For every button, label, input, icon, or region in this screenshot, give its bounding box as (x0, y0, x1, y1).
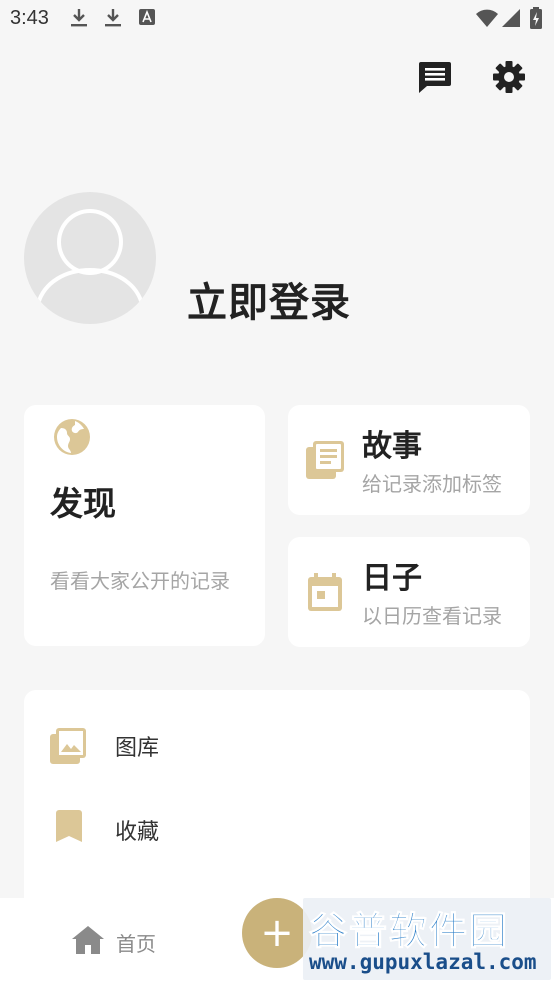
days-card[interactable]: 日子 以日历查看记录 (288, 537, 530, 647)
watermark-title: 谷普软件园 (308, 909, 510, 954)
nav-home-label: 首页 (116, 931, 156, 956)
plus-icon: + (260, 910, 294, 956)
days-desc: 以日历查看记录 (362, 604, 502, 628)
story-icon (306, 441, 344, 483)
settings-button[interactable] (490, 60, 528, 98)
font-icon (139, 9, 155, 25)
download-icon (104, 8, 122, 28)
chat-icon (417, 60, 453, 98)
globe-icon (53, 418, 91, 460)
person-icon (36, 209, 144, 305)
story-desc: 给记录添加标签 (362, 472, 502, 496)
discover-title: 发现 (50, 484, 116, 523)
story-title: 故事 (362, 429, 422, 464)
watermark-url: www.gupuxlazal.com (309, 950, 537, 974)
days-title: 日子 (362, 561, 422, 596)
login-button[interactable]: 立即登录 (187, 270, 351, 328)
story-card[interactable]: 故事 给记录添加标签 (288, 405, 530, 515)
status-time: 3:43 (10, 7, 49, 29)
discover-desc: 看看大家公开的记录 (50, 569, 230, 593)
wifi-icon (476, 9, 498, 27)
calendar-icon (306, 573, 344, 615)
top-actions (416, 60, 528, 98)
signal-icon (502, 9, 520, 27)
add-button[interactable]: + (242, 898, 312, 968)
discover-card[interactable]: 发现 看看大家公开的记录 (24, 405, 265, 646)
menu-item-label: 收藏 (115, 820, 160, 845)
home-icon (72, 926, 104, 958)
gear-icon (492, 60, 526, 98)
battery-icon (530, 7, 542, 29)
menu-item-gallery[interactable]: 图库 (24, 710, 530, 782)
download-icon (70, 8, 88, 28)
nav-home[interactable]: 首页 (72, 926, 156, 958)
bookmark-icon (56, 810, 82, 846)
gallery-icon (50, 728, 86, 768)
avatar[interactable] (24, 192, 156, 324)
menu-item-favorites[interactable]: 收藏 (24, 794, 530, 866)
menu-item-label: 图库 (115, 736, 160, 761)
watermark: 谷普软件园 www.gupuxlazal.com (303, 898, 551, 980)
message-button[interactable] (416, 60, 454, 98)
status-bar: 3:43 (0, 0, 554, 38)
